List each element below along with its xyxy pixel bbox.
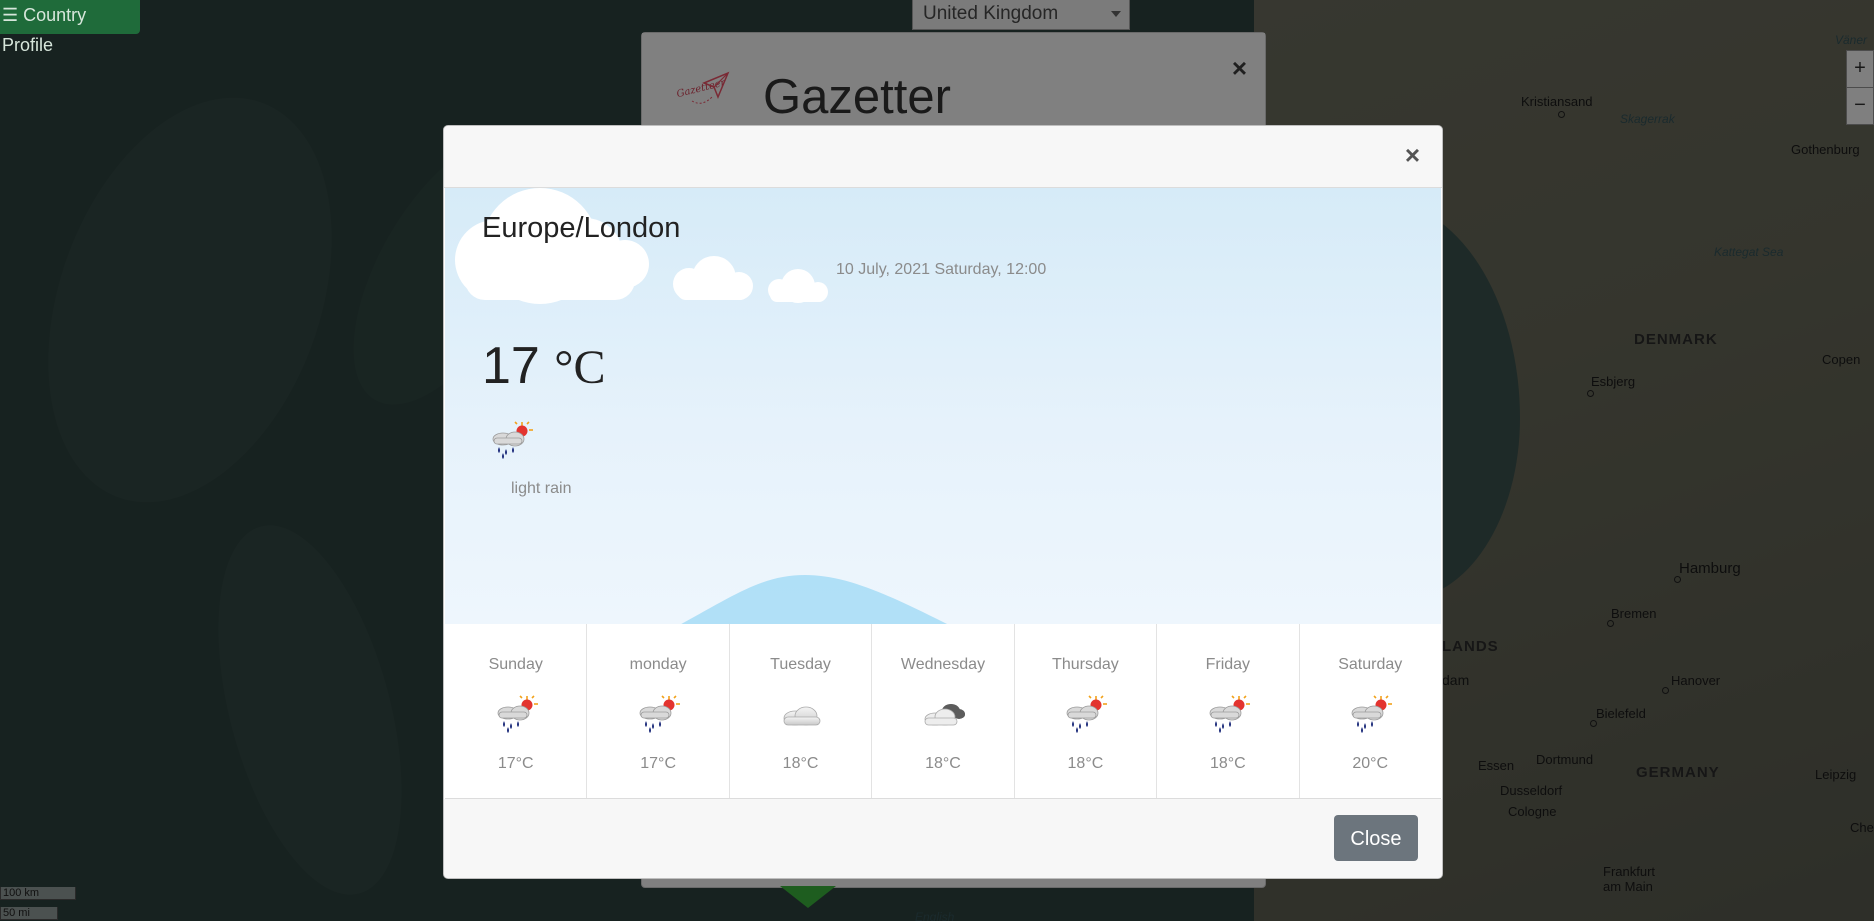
chevron-down-icon — [1111, 11, 1121, 17]
gazetteer-close-icon[interactable]: × — [1232, 53, 1247, 84]
forecast-day-temp: 20°C — [1352, 755, 1389, 772]
gazetteer-title: Gazetter — [763, 70, 951, 124]
forecast-day: Friday 18°C — [1157, 624, 1300, 798]
forecast-day-temp: 18°C — [1067, 755, 1104, 772]
cloud-decoration — [673, 256, 754, 300]
forecast-day-temp: 18°C — [782, 755, 819, 772]
country-select-value: United Kingdom — [923, 3, 1059, 24]
gazetteer-modal-header: Gazetteer Gazetter × — [642, 33, 1265, 127]
country-profile-button[interactable]: ☰ Country Profile — [0, 0, 140, 55]
forecast-day-name: Wednesday — [900, 656, 986, 673]
weather-modal-footer: Close — [444, 799, 1442, 878]
weather-current-panel: Europe/London 10 July, 2021 Saturday, 12… — [445, 188, 1441, 624]
current-temp-value: 17 — [482, 337, 540, 395]
current-temp-unit: °C — [554, 341, 606, 394]
weather-modal-header: × — [444, 126, 1442, 188]
forecast-day: monday 17°C — [587, 624, 730, 798]
map-marker-tip — [780, 886, 836, 908]
forecast-day-name: Saturday — [1338, 656, 1403, 673]
forecast-day-name: Sunday — [488, 656, 543, 673]
forecast-day-name: Thursday — [1052, 656, 1119, 673]
forecast-day-temp: 18°C — [925, 755, 961, 772]
cloud-decoration — [455, 188, 649, 304]
close-icon[interactable]: × — [1405, 140, 1420, 171]
forecast-day-name: monday — [629, 656, 687, 673]
weather-modal: × Europe/London 10 July, 2021 Saturday, … — [443, 125, 1443, 879]
country-select[interactable]: United Kingdom — [912, 0, 1130, 30]
light-rain-sun-icon — [639, 695, 681, 733]
current-temperature: 17 °C — [482, 336, 606, 396]
forecast-day: Thursday 18°C — [1015, 624, 1158, 798]
forecast-day-name: Tuesday — [770, 656, 831, 673]
forecast-day-temp: 17°C — [640, 755, 676, 772]
light-rain-sun-icon — [497, 695, 538, 733]
light-rain-sun-icon — [1351, 695, 1393, 733]
forecast-day: Wednesday 18°C — [872, 624, 1015, 798]
forecast-list: Sunday 17°C monday 17°C Tuesday 18°C Wed… — [445, 624, 1441, 799]
light-rain-sun-icon — [1209, 695, 1250, 733]
current-datetime: 10 July, 2021 Saturday, 12:00 — [836, 261, 1047, 278]
gazetteer-logo: Gazetteer — [676, 71, 730, 104]
forecast-day: Tuesday 18°C — [730, 624, 873, 798]
cloud-icon — [783, 706, 820, 726]
close-button[interactable]: Close — [1334, 815, 1418, 861]
forecast-day-temp: 18°C — [1209, 755, 1246, 772]
broken-clouds-icon — [924, 704, 965, 726]
forecast-day-name: Friday — [1205, 656, 1251, 673]
forecast-day-temp: 17°C — [497, 755, 534, 772]
light-rain-sun-icon — [492, 421, 533, 459]
forecast-day: Sunday 17°C — [445, 624, 588, 798]
cloud-decoration — [767, 269, 828, 303]
timezone-label: Europe/London — [482, 212, 681, 244]
light-rain-sun-icon — [1066, 695, 1108, 733]
current-description: light rain — [511, 480, 572, 497]
forecast-day: Saturday 20°C — [1300, 624, 1441, 798]
